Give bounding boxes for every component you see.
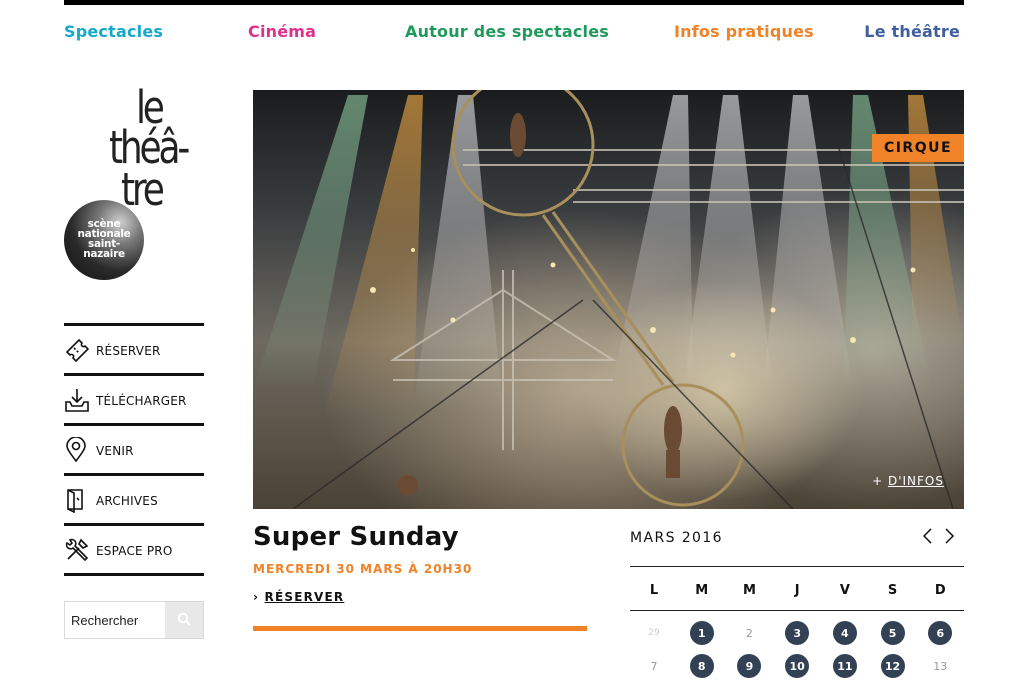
sidebar-item-label: RÉSERVER xyxy=(96,344,161,358)
download-icon xyxy=(64,387,90,413)
calendar-weekdays: LMMJVSD xyxy=(630,583,964,599)
event-date: MERCREDI 30 MARS À 20H30 xyxy=(253,562,473,576)
logo-word-tre: tre xyxy=(121,163,165,216)
calendar-day-number: 8 xyxy=(689,654,714,678)
calendar-month: MARS 2016 xyxy=(630,530,723,546)
logo-disc-text: scène nationale saint- nazaire xyxy=(64,219,144,260)
calendar-day-with-event[interactable]: 5 xyxy=(869,620,917,646)
calendar-day-number: 4 xyxy=(832,621,857,645)
calendar-day-number: 9 xyxy=(737,654,762,678)
calendar-day-number: 13 xyxy=(933,659,948,673)
sidebar-item-archives[interactable]: ARCHIVES xyxy=(64,473,204,523)
more-info-link[interactable]: + D'INFOS xyxy=(872,474,944,488)
sidebar-item-label: VENIR xyxy=(96,444,134,458)
calendar-day-with-event[interactable]: 11 xyxy=(821,653,869,679)
search-box xyxy=(64,601,204,639)
sidebar-item-label: TÉLÉCHARGER xyxy=(96,394,187,408)
calendar-day-number: 5 xyxy=(880,621,905,645)
nav-infos-pratiques[interactable]: Infos pratiques xyxy=(674,22,814,41)
top-rule xyxy=(64,0,964,5)
more-info-label: D'INFOS xyxy=(887,474,944,488)
archive-icon xyxy=(64,487,90,514)
site-logo[interactable]: le théâ- tre scène nationale saint- naza… xyxy=(64,85,239,283)
nav-spectacles[interactable]: Spectacles xyxy=(64,22,163,41)
calendar-day: 13 xyxy=(916,653,964,679)
weekday-label: D xyxy=(934,583,946,598)
nav-autour-des-spectacles[interactable]: Autour des spectacles xyxy=(405,22,609,41)
logo-disc: scène nationale saint- nazaire xyxy=(64,200,144,280)
calendar-day-number: 7 xyxy=(650,659,658,673)
weekday-label: J xyxy=(794,583,800,598)
weekday-label: L xyxy=(649,583,659,598)
search-input[interactable] xyxy=(65,602,167,638)
featured-show-image[interactable]: CIRQUE + D'INFOS xyxy=(253,90,964,509)
calendar-day: 7 xyxy=(630,653,678,679)
calendar-day-number: 3 xyxy=(785,621,810,645)
event-accent-bar xyxy=(253,626,587,631)
calendar-day-with-event[interactable]: 4 xyxy=(821,620,869,646)
chevron-right-icon[interactable] xyxy=(942,527,956,545)
side-menu: RÉSERVER TÉLÉCHARGER VENIR ARCHIVES ESPA… xyxy=(64,323,204,576)
sidebar-item-reserver[interactable]: RÉSERVER xyxy=(64,323,204,373)
calendar-day-number: 11 xyxy=(832,654,857,678)
main-nav: Spectacles Cinéma Autour des spectacles … xyxy=(64,22,964,46)
calendar-day-with-event[interactable]: 10 xyxy=(773,653,821,679)
calendar-day-number: 12 xyxy=(880,654,905,678)
tools-icon xyxy=(64,537,90,563)
weekday-label: M xyxy=(742,583,756,598)
reserve-label: RÉSERVER xyxy=(264,590,345,604)
calendar-day-number: 6 xyxy=(928,621,953,645)
calendar-day-with-event[interactable]: 8 xyxy=(678,653,726,679)
nav-cinema[interactable]: Cinéma xyxy=(248,22,316,41)
event-title[interactable]: Super Sunday xyxy=(253,522,459,552)
calendar-day-number: 1 xyxy=(689,621,714,645)
category-badge[interactable]: CIRQUE xyxy=(872,134,964,162)
ticket-icon xyxy=(64,337,90,363)
weekday-label: M xyxy=(695,583,709,598)
calendar-day-with-event[interactable]: 3 xyxy=(773,620,821,646)
calendar-day: 29 xyxy=(630,620,678,646)
side-menu-bottom-rule xyxy=(64,573,204,576)
calendar-day-number: 2 xyxy=(745,626,753,640)
calendar-divider xyxy=(630,566,964,567)
event-reserve-link[interactable]: › RÉSERVER xyxy=(253,590,344,604)
calendar-day-with-event[interactable]: 6 xyxy=(916,620,964,646)
circus-stage-illustration xyxy=(253,90,964,509)
logo-word-thea: théâ- xyxy=(109,121,190,174)
calendar-day-with-event[interactable]: 9 xyxy=(725,653,773,679)
weekday-label: S xyxy=(887,583,898,598)
reserve-arrow: › xyxy=(253,590,265,604)
map-pin-icon xyxy=(64,436,90,463)
sidebar-item-espace-pro[interactable]: ESPACE PRO xyxy=(64,523,204,573)
sidebar-item-telecharger[interactable]: TÉLÉCHARGER xyxy=(64,373,204,423)
chevron-left-icon[interactable] xyxy=(921,527,935,545)
search-button[interactable] xyxy=(165,602,203,638)
sidebar-item-label: ESPACE PRO xyxy=(96,544,173,558)
calendar-day-number: 29 xyxy=(648,628,660,638)
weekday-label: V xyxy=(839,583,850,598)
logo-disc-line: nazaire xyxy=(83,248,125,260)
more-info-prefix: + xyxy=(872,474,888,488)
search-icon xyxy=(177,611,191,630)
calendar-divider xyxy=(630,610,964,611)
sidebar-item-label: ARCHIVES xyxy=(96,494,158,508)
sidebar-item-venir[interactable]: VENIR xyxy=(64,423,204,473)
calendar-day-number: 10 xyxy=(785,654,810,678)
nav-le-theatre[interactable]: Le théâtre xyxy=(864,22,960,41)
calendar-day: 2 xyxy=(725,620,773,646)
calendar-day-with-event[interactable]: 12 xyxy=(869,653,917,679)
calendar-day-with-event[interactable]: 1 xyxy=(678,620,726,646)
